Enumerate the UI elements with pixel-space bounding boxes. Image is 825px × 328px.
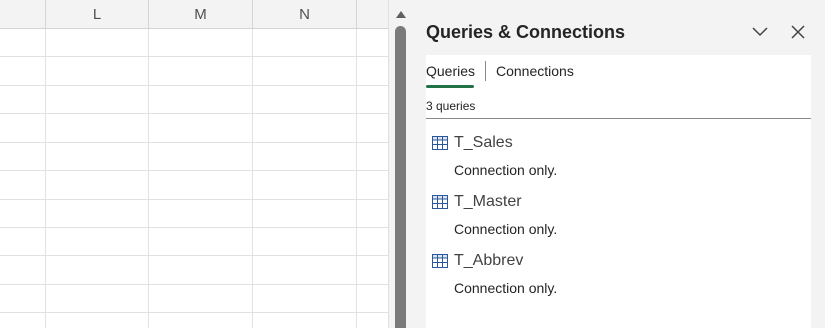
query-item-t-sales[interactable]: T_Sales Connection only. (426, 131, 811, 187)
close-icon (791, 25, 805, 39)
query-item-t-abbrev[interactable]: T_Abbrev Connection only. (426, 249, 811, 305)
grid-line (0, 85, 388, 86)
queries-connections-pane: Queries & Connections Queries Connection… (414, 0, 825, 328)
query-status: Connection only. (454, 221, 558, 237)
pane-title: Queries & Connections (426, 22, 626, 42)
cell-area[interactable] (0, 29, 388, 328)
grid-line (0, 170, 388, 171)
query-name: T_Sales (454, 134, 513, 151)
column-header-row: L M N (0, 0, 388, 29)
query-item-t-master[interactable]: T_Master Connection only. (426, 190, 811, 246)
grid-line (0, 199, 388, 200)
table-icon (432, 195, 448, 209)
grid-line (0, 255, 388, 256)
scroll-up-arrow-icon[interactable] (396, 11, 406, 18)
grid-line (0, 312, 388, 313)
grid-line (0, 142, 388, 143)
collapse-pane-button[interactable] (748, 20, 772, 44)
query-status: Connection only. (454, 280, 558, 296)
column-header-o[interactable] (357, 0, 388, 28)
scroll-thumb[interactable] (395, 26, 406, 328)
spreadsheet-grid[interactable]: L M N (0, 0, 388, 328)
query-status: Connection only. (454, 162, 558, 178)
tab-connections[interactable]: Connections (496, 63, 574, 79)
column-header-k[interactable] (0, 0, 46, 28)
grid-line (0, 227, 388, 228)
vertical-scrollbar[interactable] (388, 0, 414, 328)
grid-line (0, 56, 388, 57)
chevron-down-icon (752, 27, 768, 37)
grid-line (0, 284, 388, 285)
active-tab-indicator (426, 85, 474, 88)
pane-body: Queries Connections 3 queries T_Sales Co… (426, 55, 811, 328)
grid-line (0, 113, 388, 114)
tab-divider (485, 61, 486, 81)
column-header-m[interactable]: M (149, 0, 253, 28)
query-name: T_Abbrev (454, 252, 524, 269)
query-name: T_Master (454, 193, 522, 210)
query-count: 3 queries (426, 99, 476, 113)
table-icon (432, 254, 448, 268)
tab-queries[interactable]: Queries (426, 63, 475, 79)
column-header-n[interactable]: N (253, 0, 357, 28)
divider (426, 118, 811, 119)
close-pane-button[interactable] (786, 20, 810, 44)
column-header-l[interactable]: L (46, 0, 149, 28)
table-icon (432, 136, 448, 150)
